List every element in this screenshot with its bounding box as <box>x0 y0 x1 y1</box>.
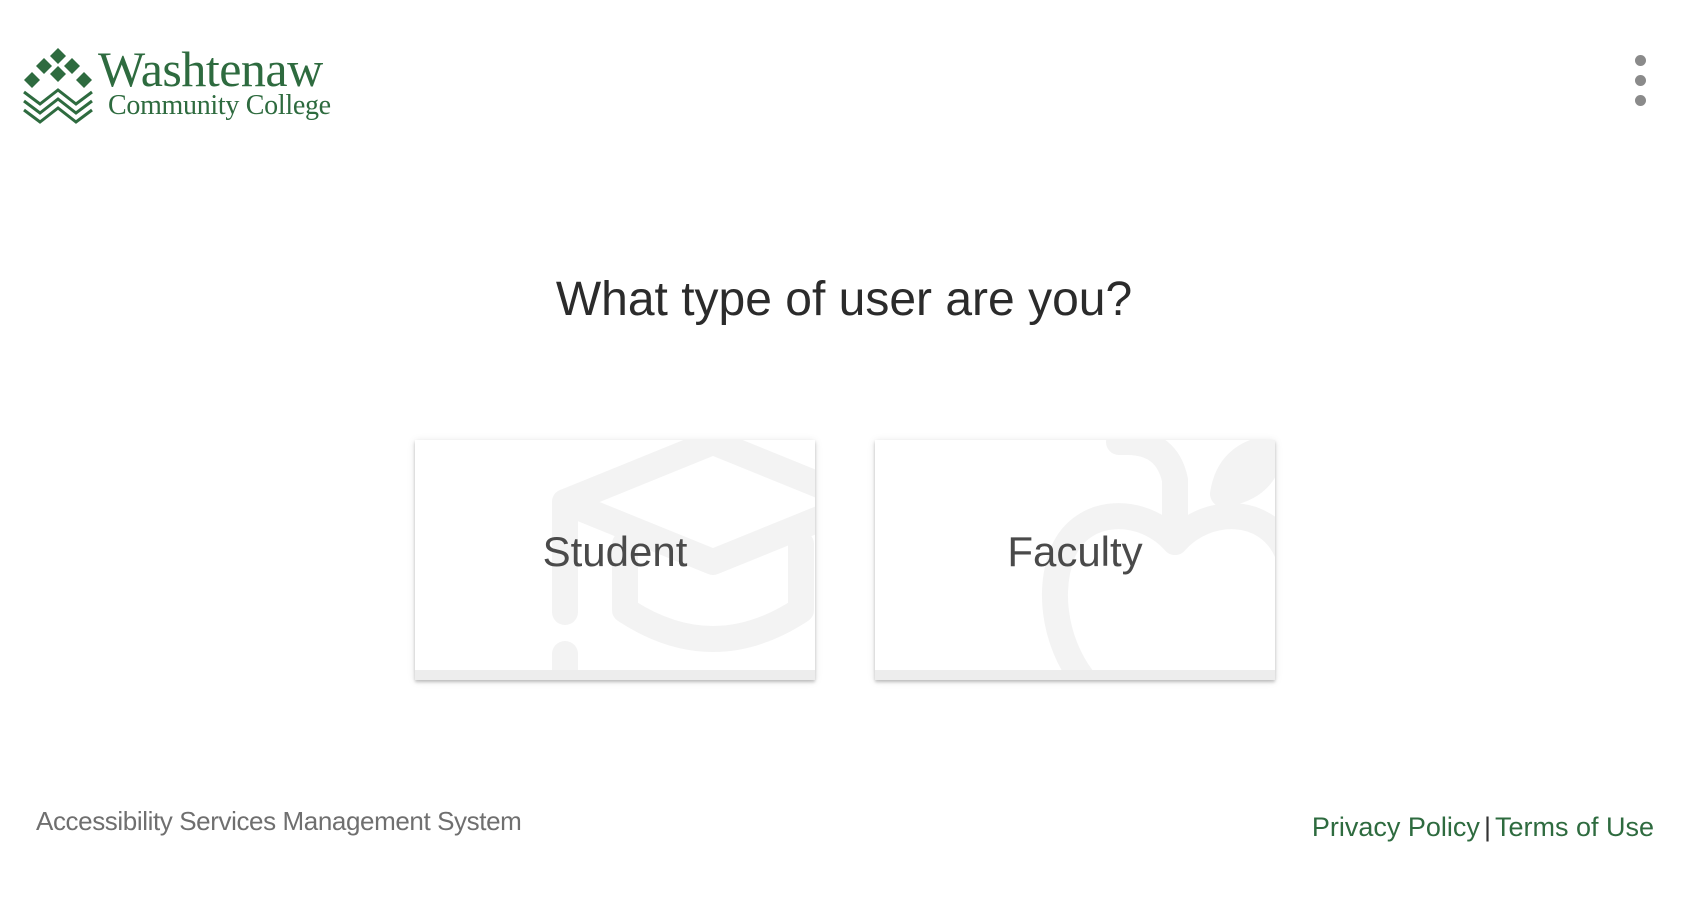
terms-of-use-link[interactable]: Terms of Use <box>1495 812 1654 842</box>
logo-mark-icon <box>23 48 93 124</box>
page-title: What type of user are you? <box>555 273 1133 326</box>
logo-subtitle: Community College <box>108 90 331 121</box>
faculty-card-label: Faculty <box>1007 528 1143 575</box>
privacy-policy-link[interactable]: Privacy Policy <box>1312 812 1480 842</box>
more-vertical-icon-dot <box>1634 94 1646 106</box>
more-menu-button[interactable] <box>1622 50 1658 110</box>
logo-title: Washtenaw <box>98 41 323 97</box>
link-separator: | <box>1483 812 1491 842</box>
system-name: Accessibility Services Management System <box>36 806 522 836</box>
header: Washtenaw Community College <box>0 0 1688 170</box>
student-card-button[interactable]: Student <box>415 440 815 680</box>
faculty-card-button[interactable]: Faculty <box>875 440 1275 680</box>
footer-links: Privacy Policy | Terms of Use <box>1312 812 1654 843</box>
logo-text: Washtenaw Community College <box>98 41 331 121</box>
student-card-label: Student <box>542 528 688 575</box>
more-vertical-icon-dot <box>1634 74 1646 86</box>
more-vertical-icon <box>1634 54 1646 66</box>
college-logo[interactable]: Washtenaw Community College <box>22 44 331 124</box>
